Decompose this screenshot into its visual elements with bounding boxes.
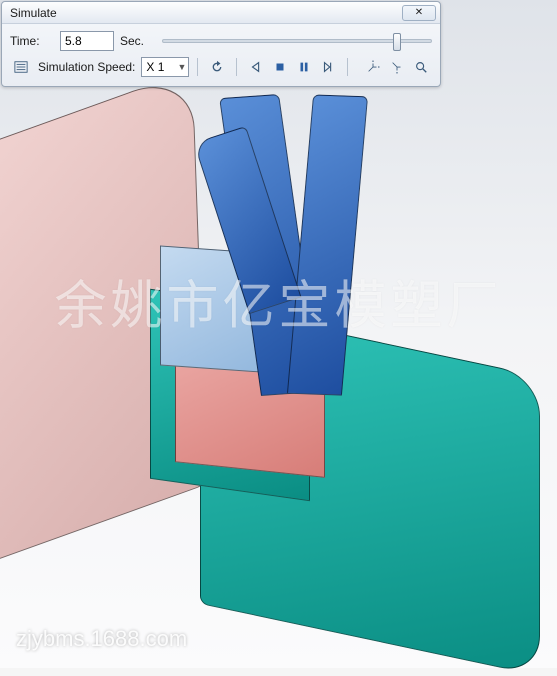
close-icon: ✕	[415, 7, 423, 18]
time-row: Time: Sec.	[10, 28, 432, 54]
speed-label: Simulation Speed:	[38, 60, 135, 74]
step-forward-icon	[321, 60, 335, 74]
explode-in-button[interactable]	[386, 57, 408, 77]
view-tools	[362, 57, 432, 77]
list-view-button[interactable]	[10, 57, 32, 77]
explode-out-button[interactable]	[362, 57, 384, 77]
pause-button[interactable]	[293, 57, 315, 77]
simulate-titlebar[interactable]: Simulate ✕	[2, 2, 440, 24]
cad-viewport[interactable]: 余姚市亿宝模塑厂 zjybms.1688.com	[0, 0, 557, 668]
zoom-fit-icon	[414, 60, 428, 74]
time-label: Time:	[10, 34, 44, 48]
zoom-fit-button[interactable]	[410, 57, 432, 77]
time-slider[interactable]	[162, 39, 432, 43]
panel-title: Simulate	[10, 6, 57, 20]
list-icon	[14, 60, 28, 74]
separator	[236, 58, 237, 76]
pause-icon	[297, 60, 311, 74]
step-back-button[interactable]	[245, 57, 267, 77]
cad-model	[0, 0, 557, 668]
step-back-icon	[249, 60, 263, 74]
time-input[interactable]	[60, 31, 114, 51]
restart-button[interactable]	[206, 57, 228, 77]
simulate-panel: Simulate ✕ Time: Sec. Simulation Speed: …	[1, 1, 441, 87]
separator	[347, 58, 348, 76]
speed-select[interactable]: X 1 ▼	[141, 57, 189, 77]
chevron-down-icon: ▼	[177, 62, 186, 72]
time-slider-thumb[interactable]	[393, 33, 401, 51]
explode-in-icon	[390, 60, 404, 74]
stop-button[interactable]	[269, 57, 291, 77]
stop-icon	[273, 60, 287, 74]
explode-out-icon	[366, 60, 380, 74]
speed-value: X 1	[146, 60, 164, 74]
close-button[interactable]: ✕	[402, 5, 436, 21]
restart-icon	[210, 60, 224, 74]
simulate-body: Time: Sec. Simulation Speed: X 1 ▼	[2, 24, 440, 86]
playback-controls	[245, 57, 339, 77]
time-unit: Sec.	[120, 34, 150, 48]
separator	[197, 58, 198, 76]
step-forward-button[interactable]	[317, 57, 339, 77]
controls-row: Simulation Speed: X 1 ▼	[10, 54, 432, 80]
